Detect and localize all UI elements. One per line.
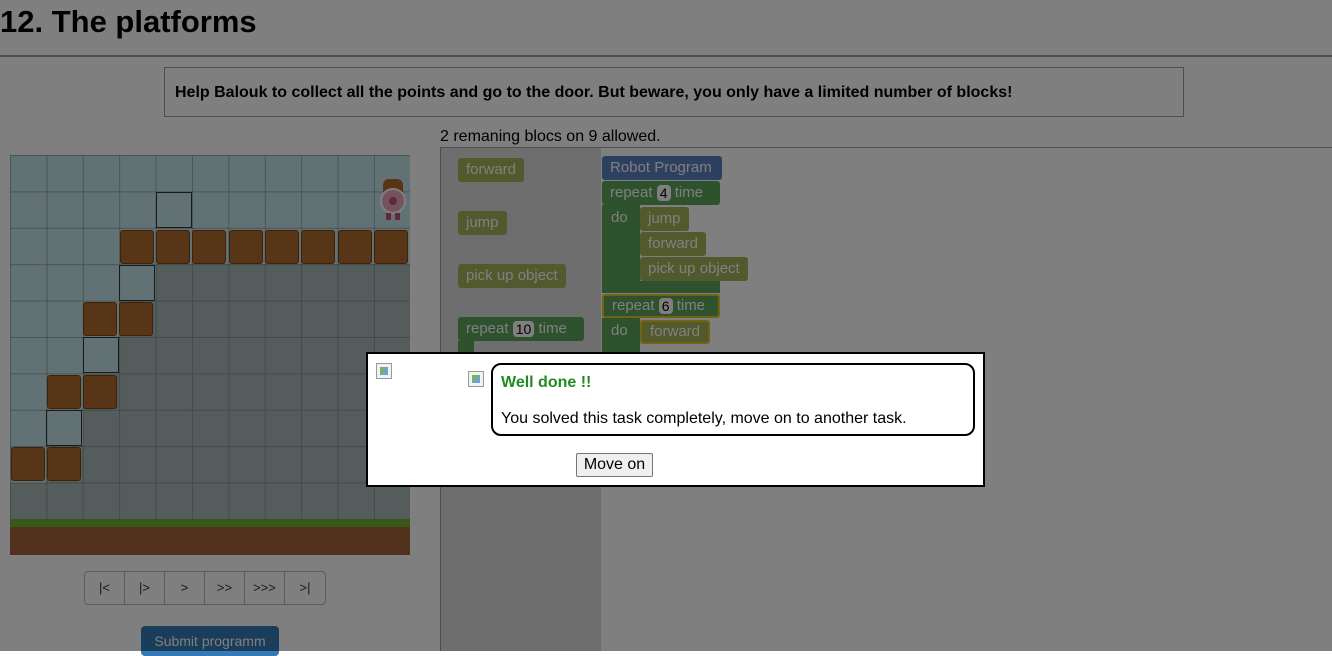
success-message: You solved this task completely, move on… [501,410,907,427]
success-dialog: Well done !! You solved this task comple… [366,352,985,487]
modal-backdrop [0,0,1332,651]
broken-image-icon [468,371,484,387]
message-bubble: Well done !! You solved this task comple… [491,363,975,436]
move-on-button[interactable]: Move on [576,453,653,477]
broken-image-icon [376,363,392,379]
success-title: Well done !! [501,374,592,391]
